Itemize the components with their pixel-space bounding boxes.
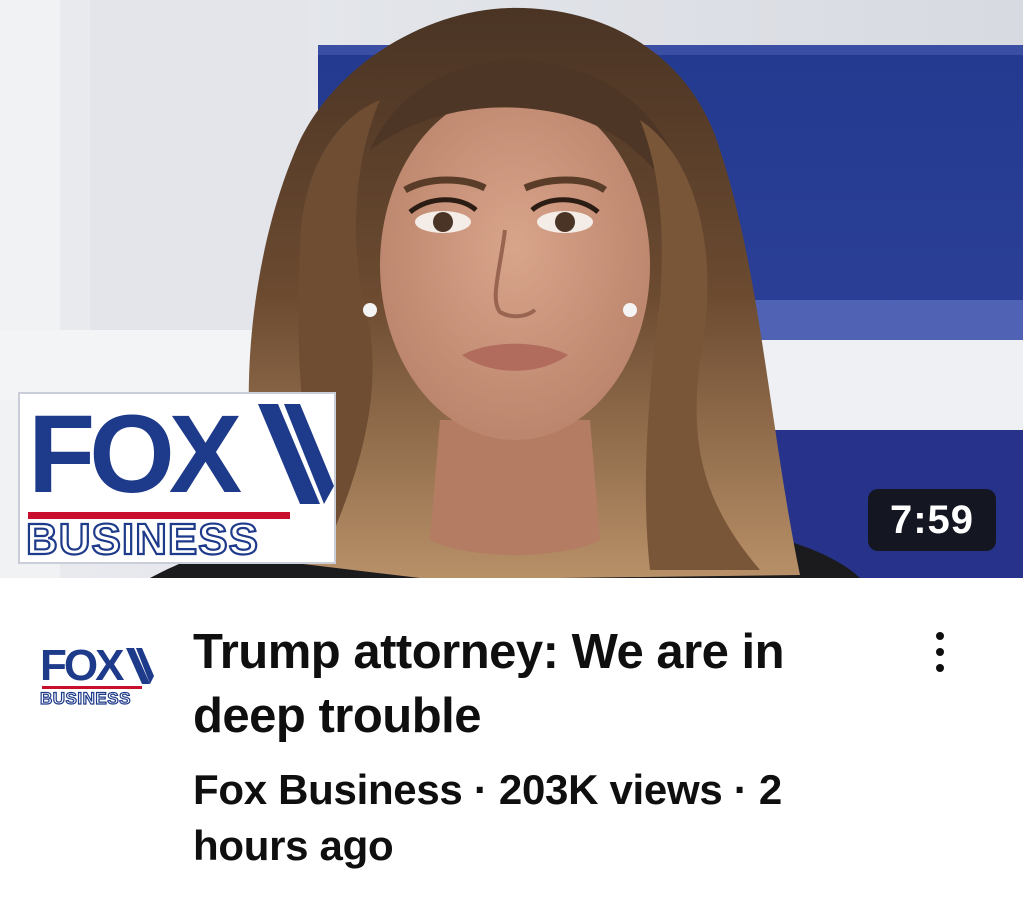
- duration-badge: 7:59: [868, 489, 996, 551]
- channel-avatar[interactable]: FOX BUSINESS: [39, 640, 156, 712]
- avatar-fox-text: FOX: [40, 641, 124, 690]
- more-options-button[interactable]: [918, 620, 962, 684]
- video-title[interactable]: Trump attorney: We are in deep trouble: [193, 620, 893, 748]
- fox-business-logo: FOX BUSINESS: [18, 392, 336, 565]
- channel-name[interactable]: Fox Business: [193, 766, 463, 813]
- video-metadata: Trump attorney: We are in deep trouble F…: [193, 620, 893, 874]
- avatar-business-text: BUSINESS: [40, 689, 131, 708]
- video-info: Fox Business · 203K views · 2 hours ago: [193, 762, 893, 874]
- view-count: 203K views: [498, 766, 723, 813]
- logo-fox-text: FOX: [28, 394, 242, 516]
- separator: ·: [473, 766, 488, 813]
- logo-business-text: BUSINESS: [26, 515, 259, 562]
- more-vertical-icon: [936, 632, 944, 672]
- video-thumbnail[interactable]: FOX BUSINESS 7:59: [0, 0, 1023, 578]
- separator: ·: [733, 766, 748, 813]
